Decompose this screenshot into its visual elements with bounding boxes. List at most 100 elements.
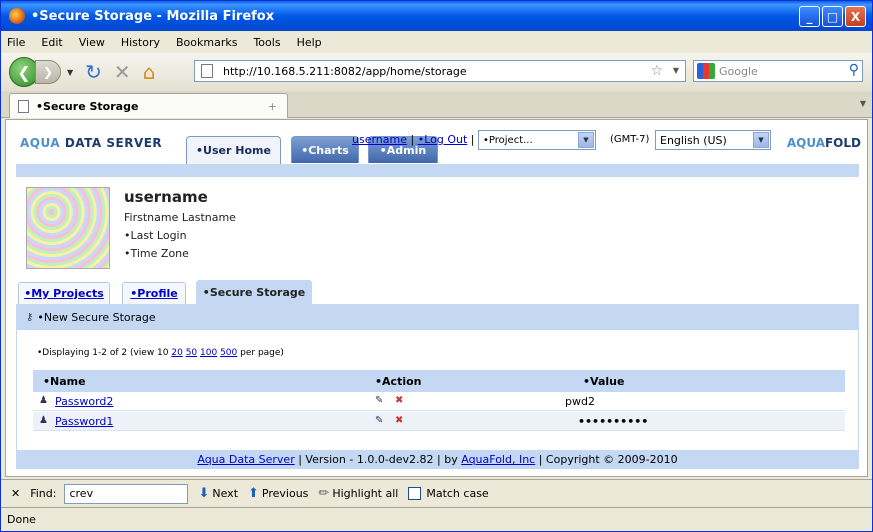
footer-company-link[interactable]: AquaFold, Inc <box>461 453 535 466</box>
stop-icon[interactable]: ✕ <box>114 60 131 84</box>
tab-title: •Secure Storage <box>36 99 139 113</box>
profile-last-login: •Last Login <box>124 229 187 242</box>
tab-strip: •Secure Storage + ▼ <box>1 91 872 118</box>
tab-secure-storage[interactable]: •Secure Storage <box>196 280 312 304</box>
home-icon[interactable]: ⌂ <box>143 60 156 84</box>
timezone-label: (GMT-7) <box>610 134 650 145</box>
search-placeholder: Google <box>719 64 758 78</box>
bookmark-star-icon[interactable]: ☆ <box>650 63 663 79</box>
delete-icon[interactable]: ✖ <box>395 395 403 406</box>
menu-view[interactable]: View <box>79 36 105 49</box>
table-row: ♟ Password2 ✎ ✖ pwd2 <box>33 392 845 411</box>
tab-profile[interactable]: •Profile <box>122 282 186 304</box>
storage-value: pwd2 <box>565 395 595 408</box>
storage-value: •••••••••• <box>578 415 649 428</box>
new-secure-storage-bar: ⚷ •New Secure Storage <box>16 304 859 330</box>
tab-list-icon[interactable]: ▼ <box>860 99 866 108</box>
search-icon[interactable]: ⚲ <box>849 62 859 78</box>
storage-panel: •Displaying 1-2 of 2 (view 10 20 50 100 … <box>16 330 859 450</box>
tab-user-home[interactable]: •User Home <box>186 136 281 164</box>
column-name[interactable]: •Name <box>43 375 86 388</box>
edit-icon[interactable]: ✎ <box>375 415 383 426</box>
browser-tab[interactable]: •Secure Storage + <box>9 93 288 118</box>
menu-help[interactable]: Help <box>297 36 322 49</box>
column-value: •Value <box>583 375 625 388</box>
search-engine-icon[interactable] <box>697 63 715 79</box>
find-previous-button[interactable]: ⬆ Previous <box>248 486 308 501</box>
url-text: http://10.168.5.211:8082/app/home/storag… <box>223 64 467 78</box>
address-bar[interactable]: http://10.168.5.211:8082/app/home/storag… <box>194 60 686 82</box>
menu-bar: File Edit View History Bookmarks Tools H… <box>1 32 872 53</box>
page-size-20[interactable]: 20 <box>171 348 182 358</box>
aquafold-logo: AQUAFOLD <box>786 136 861 150</box>
close-button[interactable]: X <box>845 6 866 27</box>
firefox-icon <box>9 8 25 24</box>
delete-icon[interactable]: ✖ <box>395 415 403 426</box>
header-divider <box>16 164 859 177</box>
table-row: ♟ Password1 ✎ ✖ •••••••••• <box>33 412 845 431</box>
user-icon: ♟ <box>39 415 48 426</box>
arrow-down-icon: ⬇ <box>198 486 210 501</box>
menu-tools[interactable]: Tools <box>253 36 280 49</box>
highlight-all-button[interactable]: ✏ Highlight all <box>318 486 398 501</box>
avatar <box>26 187 110 269</box>
page-size-500[interactable]: 500 <box>220 348 237 358</box>
reload-icon[interactable]: ↻ <box>85 60 102 84</box>
page-icon <box>18 99 29 113</box>
page-icon <box>201 64 213 78</box>
page-content: AQUA DATA SERVER •User Home •Charts •Adm… <box>5 119 868 477</box>
url-dropdown-icon[interactable]: ▼ <box>673 66 679 75</box>
menu-bookmarks[interactable]: Bookmarks <box>176 36 237 49</box>
status-bar: Done <box>1 507 872 531</box>
highlighter-icon: ✏ <box>318 486 330 501</box>
match-case-checkbox[interactable]: Match case <box>408 487 489 500</box>
edit-icon[interactable]: ✎ <box>375 395 383 406</box>
browser-window: •Secure Storage - Mozilla Firefox _ □ X … <box>0 0 873 532</box>
aqua-data-server-logo: AQUA DATA SERVER <box>20 136 163 150</box>
tab-charts[interactable]: •Charts <box>291 136 359 163</box>
arrow-up-icon: ⬆ <box>248 486 259 501</box>
profile-fullname: Firstname Lastname <box>124 211 236 224</box>
language-select[interactable]: English (US) ▼ <box>655 130 771 150</box>
minimize-button[interactable]: _ <box>799 6 820 27</box>
storage-name-link[interactable]: Password2 <box>55 395 113 408</box>
new-tab-button[interactable]: + <box>268 100 277 113</box>
add-key-icon[interactable]: ⚷ <box>26 312 33 323</box>
history-dropdown-icon[interactable]: ▼ <box>67 68 73 77</box>
maximize-button[interactable]: □ <box>822 6 843 27</box>
app-footer: Aqua Data Server | Version - 1.0.0-dev2.… <box>16 450 859 469</box>
menu-edit[interactable]: Edit <box>41 36 62 49</box>
find-next-button[interactable]: ⬇ Next <box>198 486 238 501</box>
find-bar: ✕ Find: crev ⬇ Next ⬆ Previous ✏ Highlight … <box>1 479 872 507</box>
find-label: Find: <box>30 487 57 500</box>
column-action: •Action <box>375 375 422 388</box>
user-links: username | •Log Out | <box>352 133 475 146</box>
forward-button[interactable]: ❯ <box>35 60 61 84</box>
find-input[interactable]: crev <box>64 483 189 504</box>
menu-history[interactable]: History <box>121 36 160 49</box>
footer-app-link[interactable]: Aqua Data Server <box>197 453 294 466</box>
navigation-toolbar: ❮ ❯ ▼ ↻ ✕ ⌂ http://10.168.5.211:8082/app… <box>1 53 872 91</box>
tab-my-projects[interactable]: •My Projects <box>18 282 110 304</box>
pager: •Displaying 1-2 of 2 (view 10 20 50 100 … <box>37 348 284 358</box>
page-size-100[interactable]: 100 <box>200 348 217 358</box>
profile-time-zone: •Time Zone <box>124 247 189 260</box>
storage-name-link[interactable]: Password1 <box>55 415 113 428</box>
username-link[interactable]: username <box>352 133 407 146</box>
new-secure-storage-link[interactable]: •New Secure Storage <box>37 311 155 324</box>
chevron-down-icon: ▼ <box>578 132 594 148</box>
chevron-down-icon: ▼ <box>753 132 769 148</box>
menu-file[interactable]: File <box>7 36 25 49</box>
window-title: •Secure Storage - Mozilla Firefox <box>31 8 275 24</box>
app-header: AQUA DATA SERVER •User Home •Charts •Adm… <box>6 120 867 164</box>
title-bar: •Secure Storage - Mozilla Firefox _ □ X <box>1 1 872 31</box>
logout-link[interactable]: •Log Out <box>418 133 468 146</box>
search-box[interactable]: Google ⚲ <box>693 60 863 82</box>
table-header: •Name •Action •Value <box>33 370 845 392</box>
profile-username: username <box>124 188 208 206</box>
user-icon: ♟ <box>39 395 48 406</box>
page-size-50[interactable]: 50 <box>186 348 197 358</box>
status-text: Done <box>7 513 36 526</box>
project-select[interactable]: •Project... ▼ <box>478 130 596 150</box>
close-find-bar-icon[interactable]: ✕ <box>11 487 20 500</box>
